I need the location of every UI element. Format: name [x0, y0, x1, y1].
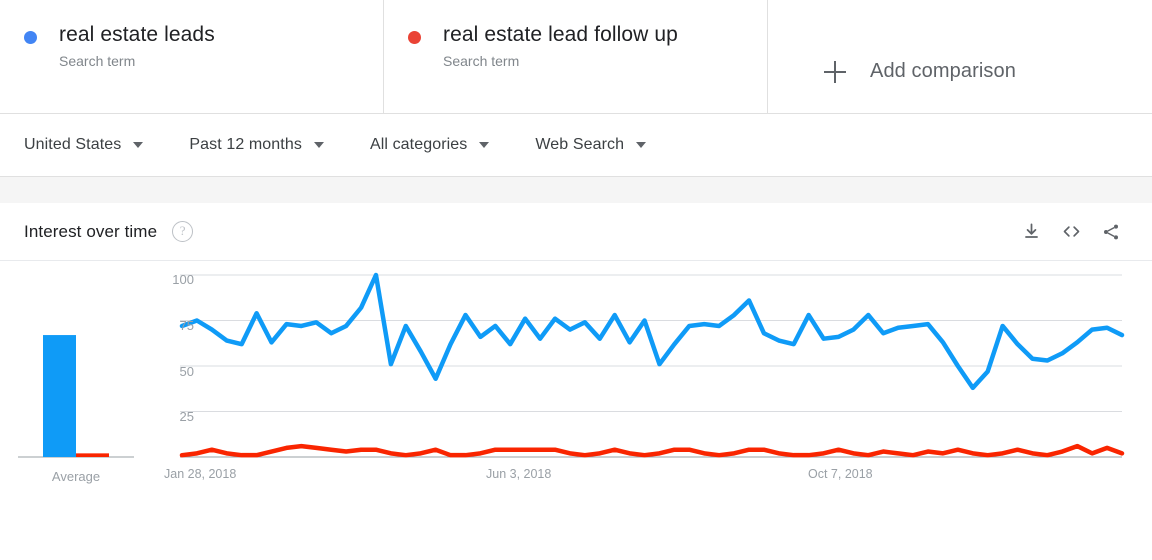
series-color-dot-blue [24, 31, 37, 44]
search-term-title: real estate leads [59, 23, 215, 46]
download-icon[interactable] [1014, 215, 1048, 249]
add-comparison-button[interactable]: Add comparison [792, 22, 1152, 83]
filter-search-type[interactable]: Web Search [535, 136, 647, 154]
chevron-down-icon [133, 142, 144, 148]
help-icon[interactable]: ? [172, 221, 194, 242]
filter-category[interactable]: All categories [369, 136, 490, 154]
y-tick-100: 100 [172, 272, 194, 287]
average-bar-chart [18, 335, 134, 458]
chart-action-buttons [1008, 215, 1128, 249]
plus-icon [824, 60, 846, 83]
time-series-svg [152, 261, 1152, 469]
share-icon[interactable] [1094, 215, 1128, 249]
chart-title: Interest over time [24, 221, 158, 241]
filter-time-range-label: Past 12 months [189, 136, 302, 153]
search-term-card-1[interactable]: real estate leads Search term [0, 0, 384, 113]
time-series-plot[interactable]: 100 75 50 25 Jan 28, 2018 Jun 3, 2018 Oc… [152, 261, 1152, 559]
filter-bar: United States Past 12 months All categor… [0, 114, 1152, 176]
add-comparison-label: Add comparison [870, 60, 1016, 82]
y-tick-25: 25 [179, 409, 194, 424]
embed-code-icon[interactable] [1054, 215, 1088, 249]
comparison-terms-row: real estate leads Search term real estat… [0, 0, 1152, 114]
y-tick-75: 75 [179, 318, 194, 333]
section-separator-band [0, 176, 1152, 203]
series-line-1 [182, 275, 1122, 388]
average-bar-red [76, 453, 109, 457]
y-tick-50: 50 [179, 364, 194, 379]
chart-body: Average 100 75 50 25 Jan 28, 2018 Jun 3,… [0, 261, 1152, 559]
add-comparison-card[interactable]: Add comparison [768, 0, 1152, 113]
filter-category-label: All categories [369, 136, 468, 153]
filter-time-range[interactable]: Past 12 months [189, 136, 324, 154]
average-label: Average [51, 469, 101, 484]
search-term-card-2[interactable]: real estate lead follow up Search term [384, 0, 768, 113]
chevron-down-icon [313, 142, 324, 148]
search-term-subtitle: Search term [59, 53, 136, 69]
chevron-down-icon [479, 142, 490, 148]
chart-header: Interest over time ? [0, 203, 1152, 261]
average-panel: Average [0, 261, 152, 559]
search-term-subtitle: Search term [443, 53, 520, 69]
x-tick-label-1: Jan 28, 2018 [164, 467, 237, 481]
filter-search-type-label: Web Search [535, 136, 625, 153]
x-tick-label-3: Oct 7, 2018 [808, 467, 873, 481]
series-line-2 [182, 446, 1122, 455]
x-tick-label-2: Jun 3, 2018 [486, 467, 552, 481]
search-term-title: real estate lead follow up [443, 23, 678, 46]
chevron-down-icon [636, 142, 647, 148]
average-bar-blue [43, 335, 76, 457]
interest-over-time-card: Interest over time ? Average 100 75 50 2… [0, 203, 1152, 559]
filter-location-label: United States [24, 136, 122, 153]
series-color-dot-red [408, 31, 421, 44]
filter-location[interactable]: United States [24, 136, 144, 154]
